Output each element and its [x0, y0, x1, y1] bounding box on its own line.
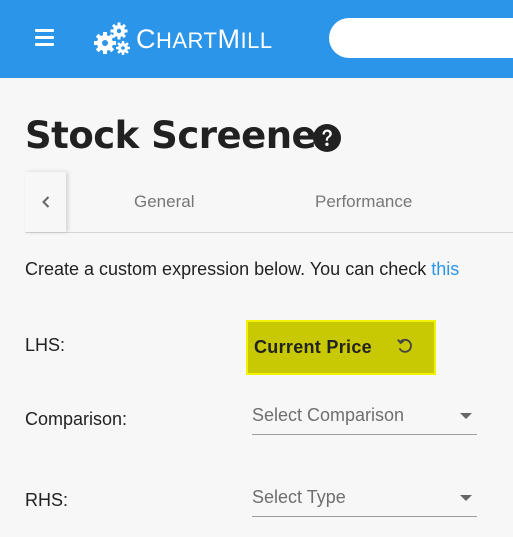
- brand-name: CHARTMILL: [136, 23, 273, 54]
- menu-icon[interactable]: [35, 29, 54, 47]
- search-input[interactable]: [329, 18, 513, 58]
- help-icon[interactable]: [312, 123, 342, 153]
- help-link[interactable]: this: [431, 259, 459, 279]
- rhs-placeholder: Select Type: [252, 487, 346, 507]
- brand-logo[interactable]: CHARTMILL: [94, 21, 273, 57]
- tab-performance[interactable]: Performance: [315, 192, 412, 212]
- page-title: Stock Screener: [25, 114, 334, 157]
- lhs-value-chip[interactable]: Current Price: [246, 320, 436, 375]
- category-tabs: General Performance: [25, 172, 513, 233]
- comparison-select[interactable]: Select Comparison: [252, 405, 477, 435]
- reset-icon[interactable]: [395, 336, 415, 356]
- rhs-label: RHS:: [25, 490, 69, 510]
- intro-sentence: Create a custom expression below. You ca…: [25, 259, 432, 279]
- tab-scroll-left-button[interactable]: [25, 172, 66, 232]
- rhs-type-select[interactable]: Select Type: [252, 487, 477, 517]
- lhs-value: Current Price: [254, 337, 372, 357]
- intro-text: Create a custom expression below. You ca…: [25, 259, 459, 280]
- chevron-left-icon: [41, 196, 49, 208]
- caret-down-icon: [460, 413, 472, 419]
- comparison-placeholder: Select Comparison: [252, 405, 405, 425]
- caret-down-icon: [460, 495, 472, 501]
- tab-general[interactable]: General: [134, 192, 194, 212]
- chartmill-gears-logo: [94, 22, 130, 55]
- top-navbar: CHARTMILL: [0, 0, 513, 78]
- lhs-label: LHS:: [25, 335, 66, 355]
- comparison-label: Comparison:: [25, 409, 128, 429]
